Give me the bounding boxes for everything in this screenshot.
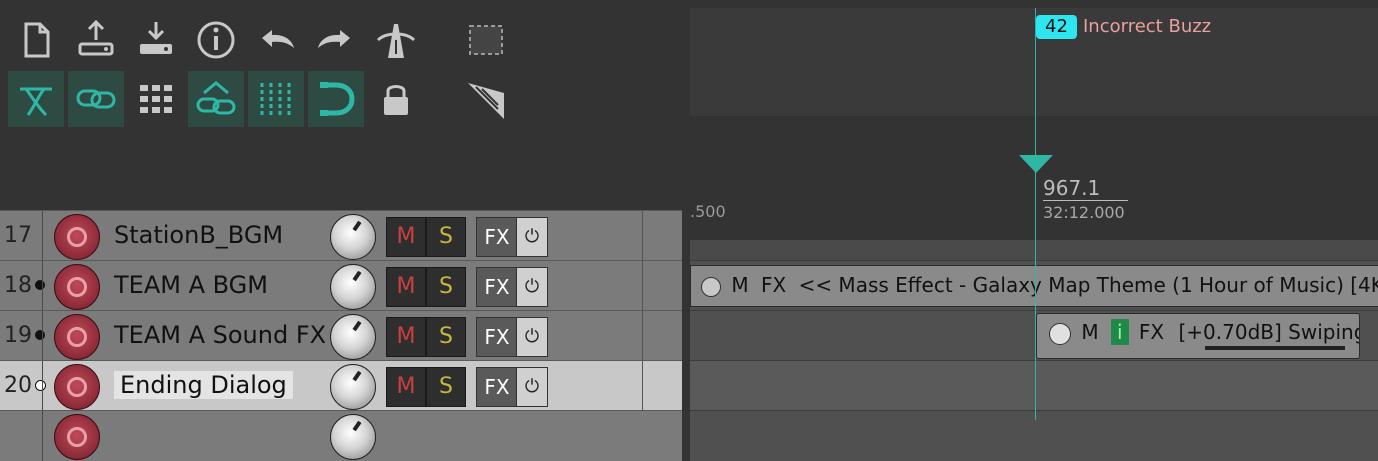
track-divider: [42, 361, 43, 411]
item-mute-label[interactable]: M: [731, 273, 748, 297]
arrange-view[interactable]: M FX << Mass Effect - Galaxy Map Theme (…: [690, 240, 1378, 461]
item-fx-label[interactable]: FX: [761, 273, 786, 297]
record-arm-button[interactable]: [54, 364, 100, 410]
fx-bypass-button[interactable]: ⏻: [516, 367, 548, 407]
track-name[interactable]: TEAM A Sound FX: [114, 321, 326, 349]
solo-button[interactable]: S: [426, 217, 466, 257]
edit-cursor-handle[interactable]: [1019, 155, 1053, 173]
record-arm-button[interactable]: [54, 264, 100, 310]
info-icon[interactable]: [188, 12, 244, 68]
track-separator: [642, 261, 643, 311]
fx-button[interactable]: FX: [476, 217, 518, 257]
media-item[interactable]: M FX << Mass Effect - Galaxy Map Theme (…: [690, 265, 1378, 307]
link-icon[interactable]: [68, 71, 124, 127]
track-separator: [642, 211, 643, 261]
volume-knob[interactable]: [330, 314, 376, 360]
fx-bypass-button[interactable]: ⏻: [516, 217, 548, 257]
fx-bypass-button[interactable]: ⏻: [516, 317, 548, 357]
timeline-ruler-lower[interactable]: .500 967.1 32:12.000: [690, 116, 1378, 240]
item-mute-label[interactable]: M: [1081, 320, 1098, 344]
main-toolbar: [0, 0, 690, 240]
fx-button[interactable]: FX: [476, 367, 518, 407]
record-arm-button[interactable]: [54, 314, 100, 360]
record-arm-button[interactable]: [54, 414, 100, 460]
track-name[interactable]: TEAM A BGM: [114, 271, 268, 299]
volume-knob[interactable]: [330, 414, 376, 460]
solo-button[interactable]: S: [426, 267, 466, 307]
volume-knob[interactable]: [330, 364, 376, 410]
mute-button[interactable]: M: [386, 217, 426, 257]
ripple-edit-icon[interactable]: [8, 71, 64, 127]
solo-button[interactable]: S: [426, 317, 466, 357]
mute-button[interactable]: M: [386, 317, 426, 357]
track-separator: [642, 311, 643, 361]
track-lane-20[interactable]: [690, 360, 1378, 411]
redo-icon[interactable]: [308, 12, 364, 68]
track-20[interactable]: 20 Ending Dialog M S FX ⏻: [0, 360, 682, 411]
track-21[interactable]: [0, 410, 682, 461]
marker-name[interactable]: Incorrect Buzz: [1083, 15, 1211, 39]
track-divider: [42, 311, 43, 361]
item-waveform: [1205, 346, 1345, 350]
track-divider: [42, 261, 43, 311]
track-lane-21[interactable]: [690, 410, 1378, 461]
item-volume-knob[interactable]: [1049, 322, 1071, 345]
snap-grid-icon[interactable]: [248, 71, 304, 127]
ruler-tick-label: .500: [690, 202, 726, 221]
track-dot: [35, 330, 45, 340]
track-lane-18[interactable]: M FX << Mass Effect - Galaxy Map Theme (…: [690, 260, 1378, 311]
solo-button[interactable]: S: [426, 367, 466, 407]
track-name[interactable]: Ending Dialog: [114, 371, 293, 399]
track-18[interactable]: 18 TEAM A BGM M S FX ⏻: [0, 260, 682, 311]
track-number: 17: [4, 223, 32, 248]
item-fx-label[interactable]: FX: [1139, 320, 1164, 344]
fx-button[interactable]: FX: [476, 267, 518, 307]
track-number: 20: [4, 373, 32, 398]
track-dot: [35, 280, 45, 290]
cursor-position-time: 32:12.000: [1043, 203, 1125, 222]
marquee-select-icon[interactable]: [458, 12, 514, 68]
item-name: [+0.70dB] Swiping ...: [1178, 320, 1360, 344]
item-name: << Mass Effect - Galaxy Map Theme (1 Hou…: [798, 273, 1378, 297]
item-volume-knob[interactable]: [701, 276, 721, 297]
timeline-ruler[interactable]: [690, 8, 1378, 116]
download-icon[interactable]: [128, 12, 184, 68]
track-separator: [642, 361, 643, 411]
track-divider: [42, 411, 43, 461]
grouping-link-icon[interactable]: [188, 71, 244, 127]
grid-icon[interactable]: [128, 71, 184, 127]
track-number: 19: [4, 323, 32, 348]
track-name[interactable]: StationB_BGM: [114, 221, 283, 249]
record-arm-button[interactable]: [54, 214, 100, 260]
undo-icon[interactable]: [248, 12, 304, 68]
marker-number-badge[interactable]: 42: [1036, 15, 1077, 39]
ruler-triangle-icon[interactable]: [458, 71, 514, 127]
track-number: 18: [4, 273, 32, 298]
track-control-panel: 17 StationB_BGM M S FX ⏻ 18 TEAM A BGM M…: [0, 210, 682, 461]
upload-icon[interactable]: [68, 12, 124, 68]
magnet-icon[interactable]: [308, 71, 364, 127]
media-item[interactable]: M i FX [+0.70dB] Swiping ...: [1036, 313, 1360, 359]
track-19[interactable]: 19 TEAM A Sound FX M S FX ⏻: [0, 310, 682, 361]
track-divider: [42, 211, 43, 261]
fx-bypass-button[interactable]: ⏻: [516, 267, 548, 307]
mute-button[interactable]: M: [386, 267, 426, 307]
metronome-icon[interactable]: [368, 12, 424, 68]
fx-button[interactable]: FX: [476, 317, 518, 357]
lock-icon[interactable]: [368, 71, 424, 127]
volume-knob[interactable]: [330, 214, 376, 260]
cursor-position-bars: 967.1: [1043, 176, 1129, 201]
edit-cursor-line[interactable]: [1035, 8, 1036, 420]
track-17[interactable]: 17 StationB_BGM M S FX ⏻: [0, 210, 682, 261]
volume-knob[interactable]: [330, 264, 376, 310]
new-project-icon[interactable]: [8, 12, 64, 68]
track-dot: [35, 380, 46, 391]
item-info-label[interactable]: i: [1110, 319, 1129, 345]
track-lane-19[interactable]: M i FX [+0.70dB] Swiping ...: [690, 310, 1378, 361]
mute-button[interactable]: M: [386, 367, 426, 407]
